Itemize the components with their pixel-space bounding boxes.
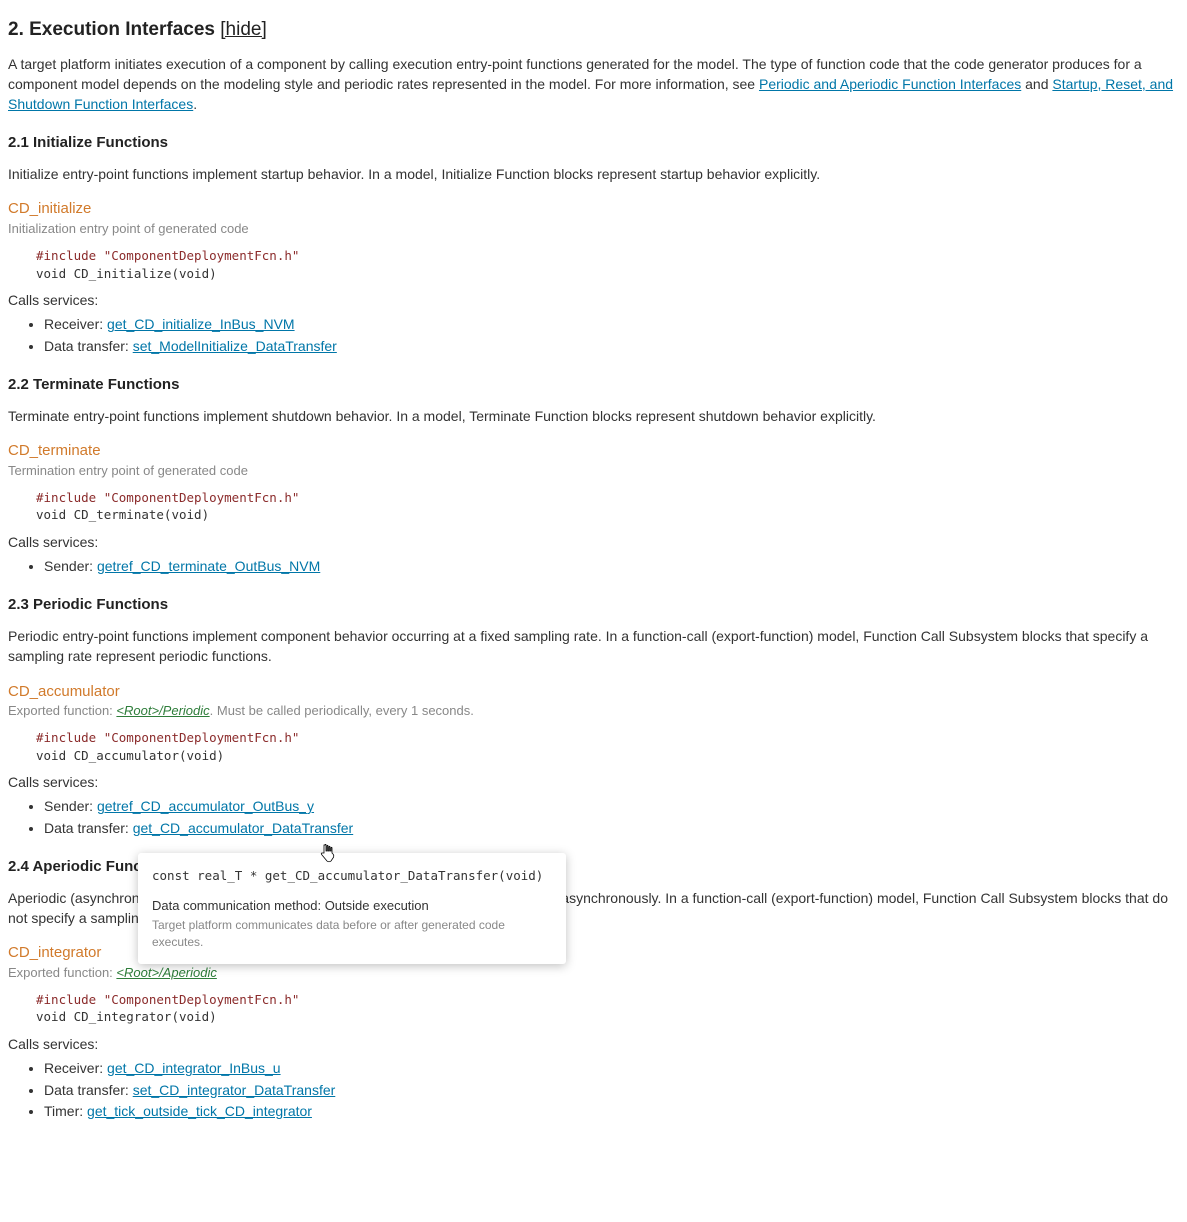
code-cd-initialize: #include "ComponentDeploymentFcn.h" void… bbox=[36, 247, 1179, 282]
list-item: Receiver: get_CD_initialize_InBus_NVM bbox=[44, 314, 1179, 334]
fn-desc-a: Exported function: bbox=[8, 965, 116, 980]
list-item: Data transfer: get_CD_accumulator_DataTr… bbox=[44, 818, 1179, 838]
svc-list-integrator: Receiver: get_CD_integrator_InBus_u Data… bbox=[26, 1058, 1179, 1121]
svc-label: Receiver: bbox=[44, 1060, 107, 1076]
subsection-2-1-title: 2.1 Initialize Functions bbox=[8, 132, 1179, 154]
intro-link-periodic[interactable]: Periodic and Aperiodic Function Interfac… bbox=[759, 76, 1021, 92]
list-item: Receiver: get_CD_integrator_InBus_u bbox=[44, 1058, 1179, 1078]
fn-cd-integrator-desc: Exported function: <Root>/Aperiodic bbox=[8, 964, 1179, 983]
fn-desc-link-root-periodic[interactable]: <Root>/Periodic bbox=[116, 703, 209, 718]
code-include: #include "ComponentDeploymentFcn.h" bbox=[36, 248, 299, 263]
fn-cd-terminate: CD_terminate bbox=[8, 440, 1179, 462]
fn-desc-a: Exported function: bbox=[8, 703, 116, 718]
section-title-text: 2. Execution Interfaces bbox=[8, 19, 215, 40]
calls-label-terminate: Calls services: bbox=[8, 532, 1179, 552]
code-cd-integrator: #include "ComponentDeploymentFcn.h" void… bbox=[36, 991, 1179, 1026]
svc-link-getref-cd-accumulator-outbus-y[interactable]: getref_CD_accumulator_OutBus_y bbox=[97, 798, 314, 814]
fn-cd-initialize: CD_initialize bbox=[8, 198, 1179, 220]
code-cd-accumulator: #include "ComponentDeploymentFcn.h" void… bbox=[36, 729, 1179, 764]
svc-link-get-cd-integrator-inbus-u[interactable]: get_CD_integrator_InBus_u bbox=[107, 1060, 281, 1076]
list-item: Timer: get_tick_outside_tick_CD_integrat… bbox=[44, 1101, 1179, 1121]
code-cd-terminate: #include "ComponentDeploymentFcn.h" void… bbox=[36, 489, 1179, 524]
svc-list-terminate: Sender: getref_CD_terminate_OutBus_NVM bbox=[26, 556, 1179, 576]
code-include: #include "ComponentDeploymentFcn.h" bbox=[36, 730, 299, 745]
svc-link-set-modelinitialize-datatransfer[interactable]: set_ModelInitialize_DataTransfer bbox=[133, 338, 337, 354]
fn-cd-terminate-desc: Termination entry point of generated cod… bbox=[8, 462, 1179, 481]
svc-label: Data transfer: bbox=[44, 1082, 133, 1098]
section-title: 2. Execution Interfaces [hide] bbox=[8, 16, 1179, 44]
svc-link-get-cd-accumulator-datatransfer[interactable]: get_CD_accumulator_DataTransfer bbox=[133, 820, 353, 836]
subsection-2-3-desc: Periodic entry-point functions implement… bbox=[8, 626, 1179, 667]
code-include: #include "ComponentDeploymentFcn.h" bbox=[36, 992, 299, 1007]
tooltip-signature: const real_T * get_CD_accumulator_DataTr… bbox=[152, 867, 552, 885]
list-item: Sender: getref_CD_terminate_OutBus_NVM bbox=[44, 556, 1179, 576]
tooltip-line1: Data communication method: Outside execu… bbox=[152, 897, 552, 916]
svc-label: Sender: bbox=[44, 558, 97, 574]
list-item: Data transfer: set_CD_integrator_DataTra… bbox=[44, 1080, 1179, 1100]
fn-cd-accumulator: CD_accumulator bbox=[8, 681, 1179, 703]
section-intro: A target platform initiates execution of… bbox=[8, 54, 1179, 115]
code-sig: void CD_integrator(void) bbox=[36, 1009, 217, 1024]
svc-list-accumulator: Sender: getref_CD_accumulator_OutBus_y D… bbox=[26, 796, 1179, 838]
svc-link-getref-cd-terminate-outbus-nvm[interactable]: getref_CD_terminate_OutBus_NVM bbox=[97, 558, 320, 574]
code-sig: void CD_initialize(void) bbox=[36, 266, 217, 281]
subsection-2-2-title: 2.2 Terminate Functions bbox=[8, 374, 1179, 396]
calls-label-integrator: Calls services: bbox=[8, 1034, 1179, 1054]
intro-text-b: and bbox=[1021, 76, 1052, 92]
subsection-2-3-title: 2.3 Periodic Functions bbox=[8, 594, 1179, 616]
svc-link-get-cd-initialize-inbus-nvm[interactable]: get_CD_initialize_InBus_NVM bbox=[107, 316, 295, 332]
svc-label: Receiver: bbox=[44, 316, 107, 332]
svc-label: Data transfer: bbox=[44, 820, 133, 836]
subsection-2-1-desc: Initialize entry-point functions impleme… bbox=[8, 164, 1179, 184]
subsection-2-2-desc: Terminate entry-point functions implemen… bbox=[8, 406, 1179, 426]
tooltip-line2: Target platform communicates data before… bbox=[152, 917, 552, 952]
fn-cd-initialize-desc: Initialization entry point of generated … bbox=[8, 220, 1179, 239]
calls-label-initialize: Calls services: bbox=[8, 290, 1179, 310]
list-item: Sender: getref_CD_accumulator_OutBus_y bbox=[44, 796, 1179, 816]
code-sig: void CD_accumulator(void) bbox=[36, 748, 224, 763]
svc-label: Sender: bbox=[44, 798, 97, 814]
svc-link-get-tick-outside-tick-cd-integrator[interactable]: get_tick_outside_tick_CD_integrator bbox=[87, 1103, 312, 1119]
svc-list-initialize: Receiver: get_CD_initialize_InBus_NVM Da… bbox=[26, 314, 1179, 356]
fn-cd-accumulator-desc: Exported function: <Root>/Periodic. Must… bbox=[8, 702, 1179, 721]
svc-link-set-cd-integrator-datatransfer[interactable]: set_CD_integrator_DataTransfer bbox=[133, 1082, 336, 1098]
code-sig: void CD_terminate(void) bbox=[36, 507, 209, 522]
code-include: #include "ComponentDeploymentFcn.h" bbox=[36, 490, 299, 505]
intro-text-c: . bbox=[193, 96, 197, 112]
svc-label: Timer: bbox=[44, 1103, 87, 1119]
hover-tooltip: const real_T * get_CD_accumulator_DataTr… bbox=[138, 853, 566, 964]
calls-label-accumulator: Calls services: bbox=[8, 772, 1179, 792]
list-item: Data transfer: set_ModelInitialize_DataT… bbox=[44, 336, 1179, 356]
hide-toggle[interactable]: [hide] bbox=[220, 19, 266, 40]
fn-desc-b: . Must be called periodically, every 1 s… bbox=[210, 703, 474, 718]
fn-desc-link-root-aperiodic[interactable]: <Root>/Aperiodic bbox=[116, 965, 216, 980]
svc-label: Data transfer: bbox=[44, 338, 133, 354]
